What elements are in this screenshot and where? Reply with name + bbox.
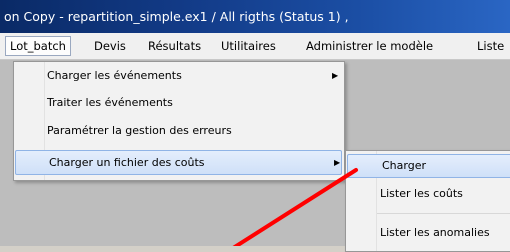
- annotation-arrow: [232, 168, 358, 246]
- annotation-arrow-line: [232, 168, 358, 246]
